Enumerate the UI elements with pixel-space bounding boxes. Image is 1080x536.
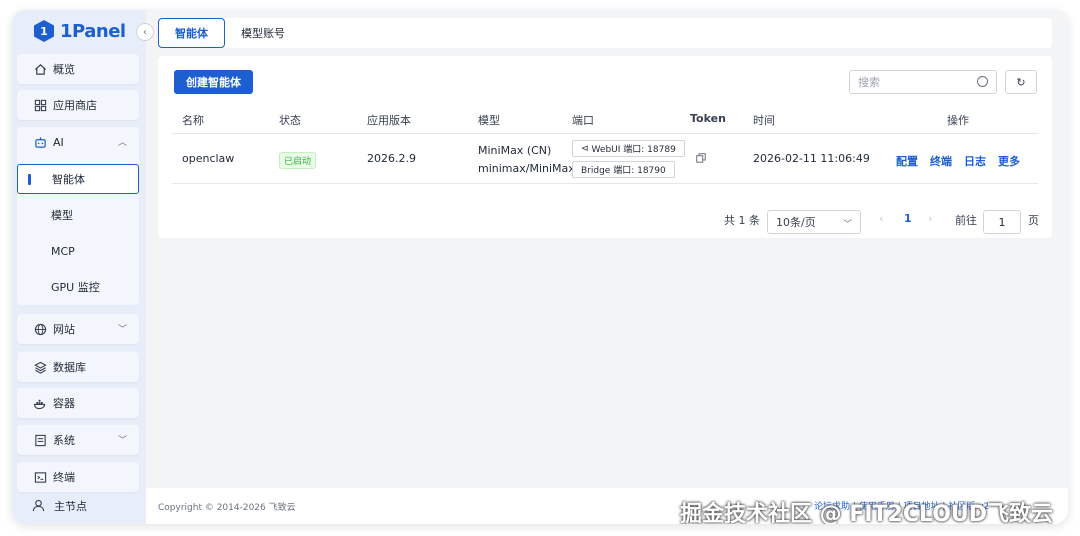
goto-label: 前往	[955, 214, 977, 227]
webui-port-text: WebUI 端口: 18789	[591, 145, 676, 155]
config-link[interactable]: 配置	[896, 153, 918, 169]
sidebar-item-app-store[interactable]: 应用商店	[17, 90, 139, 120]
sidebar-item-label: 容器	[53, 397, 75, 410]
status-badge: 已启动	[279, 152, 317, 169]
header-actions: 操作	[947, 114, 969, 127]
sidebar-item-system[interactable]: 系统 ﹀	[17, 425, 139, 455]
prev-page-button[interactable]: ‹	[879, 212, 883, 225]
logs-link[interactable]: 日志	[964, 153, 986, 169]
sidebar-item-label: 概览	[53, 63, 75, 76]
sidebar-item-container[interactable]: 容器	[17, 388, 139, 418]
tab-model-accounts[interactable]: 模型账号	[225, 18, 301, 48]
sidebar-sub-label: 模型	[51, 209, 73, 222]
layers-icon	[33, 360, 47, 374]
search-input[interactable]: 搜索	[849, 70, 997, 94]
bridge-port-text: Bridge 端口: 18790	[581, 166, 666, 176]
sidebar-sub-gpu[interactable]: GPU 监控	[17, 272, 139, 302]
sidebar-sub-models[interactable]: 模型	[17, 200, 139, 230]
sidebar-sub-label: GPU 监控	[51, 281, 100, 294]
sidebar-item-website[interactable]: 网站 ﹀	[17, 314, 139, 344]
table-header: 名称 状态 应用版本 模型 端口 Token 时间 操作	[172, 104, 1038, 134]
sidebar-item-label: AI	[53, 135, 64, 149]
logo-icon: 1	[34, 20, 54, 42]
chevron-down-icon: ﹀	[117, 436, 127, 446]
header-token: Token	[690, 112, 726, 125]
sidebar-item-label: 网站	[53, 323, 75, 336]
copyright: Copyright © 2014-2026 飞致云	[158, 502, 296, 513]
row-version: 2026.2.9	[367, 152, 416, 165]
terminal-icon	[33, 470, 47, 484]
webui-port-tag[interactable]: ⊲ WebUI 端口: 18789	[572, 140, 685, 157]
send-icon: ⊲	[581, 143, 589, 154]
row-model-provider: MiniMax (CN)	[478, 144, 552, 157]
logo[interactable]: 1 1Panel	[34, 18, 126, 44]
chevron-down-icon: ﹀	[117, 325, 127, 335]
tab-bar: 智能体 模型账号	[158, 18, 1052, 48]
sidebar-item-label: 应用商店	[53, 99, 97, 112]
sidebar-sub-mcp[interactable]: MCP	[17, 236, 139, 266]
collapse-sidebar-button[interactable]: ‹	[136, 23, 154, 41]
next-page-button[interactable]: ›	[928, 212, 932, 225]
header-port: 端口	[572, 114, 594, 127]
page-current[interactable]: 1	[904, 212, 912, 225]
header-model: 模型	[478, 114, 500, 127]
copy-token-icon[interactable]	[696, 153, 706, 166]
row-model-id: minimax/MiniMax-	[478, 162, 579, 175]
user-icon	[32, 499, 46, 513]
sidebar-sub-agents[interactable]: 智能体	[17, 164, 139, 194]
home-icon	[33, 62, 47, 76]
header-version: 应用版本	[367, 114, 411, 127]
active-indicator	[28, 174, 31, 185]
total-count: 共 1 条	[724, 214, 760, 227]
chevron-left-icon: ‹	[143, 26, 147, 38]
more-link[interactable]: 更多	[998, 153, 1020, 169]
row-name: openclaw	[182, 152, 235, 165]
sidebar-sub-label: MCP	[51, 244, 75, 258]
tab-agents[interactable]: 智能体	[158, 18, 225, 48]
sidebar: 1 1Panel 概览 应用商店 AI ︿ 智能体 模型 MCP GPU 监控 …	[12, 10, 146, 524]
page-size-value: 10条/页	[776, 216, 816, 229]
system-icon	[33, 433, 47, 447]
refresh-button[interactable]: ↻	[1005, 70, 1037, 94]
chevron-up-icon: ︿	[117, 138, 127, 148]
logo-text: 1Panel	[60, 20, 126, 42]
page-size-select[interactable]: 10条/页 ﹀	[767, 210, 861, 234]
watermark: 掘金技术社区 @ FIT2CLOUD飞致云	[680, 502, 1054, 524]
search-placeholder: 搜索	[858, 76, 880, 89]
header-time: 时间	[753, 114, 775, 127]
create-agent-button[interactable]: 创建智能体	[174, 70, 253, 94]
search-icon	[977, 76, 988, 87]
bridge-port-tag: Bridge 端口: 18790	[572, 161, 675, 178]
sidebar-item-database[interactable]: 数据库	[17, 352, 139, 382]
header-name: 名称	[182, 114, 204, 127]
sidebar-item-ai[interactable]: AI ︿	[17, 127, 139, 157]
node-label: 主节点	[54, 500, 87, 513]
row-time: 2026-02-11 11:06:49	[753, 152, 870, 165]
terminal-link[interactable]: 终端	[930, 153, 952, 169]
app-window: 1 1Panel 概览 应用商店 AI ︿ 智能体 模型 MCP GPU 监控 …	[12, 10, 1068, 524]
chevron-down-icon: ﹀	[842, 220, 852, 230]
sidebar-sub-label: 智能体	[52, 173, 85, 186]
sidebar-item-label: 数据库	[53, 361, 86, 374]
refresh-icon: ↻	[1016, 75, 1026, 89]
globe-icon	[33, 322, 47, 336]
sidebar-item-label: 系统	[53, 434, 75, 447]
table-row: openclaw 已启动 2026.2.9 MiniMax (CN) minim…	[172, 134, 1038, 184]
goto-page-input[interactable]: 1	[983, 210, 1021, 234]
agents-card: 创建智能体 搜索 ↻ 名称 状态 应用版本 模型 端口 Token 时间 操作 …	[158, 56, 1052, 238]
page-unit-label: 页	[1028, 214, 1039, 227]
docker-icon	[33, 396, 47, 410]
node-selector[interactable]: 主节点	[12, 488, 146, 524]
sidebar-item-overview[interactable]: 概览	[17, 54, 139, 84]
header-status: 状态	[279, 114, 301, 127]
sidebar-item-label: 终端	[53, 471, 75, 484]
robot-icon	[33, 135, 47, 149]
grid-icon	[33, 98, 47, 112]
